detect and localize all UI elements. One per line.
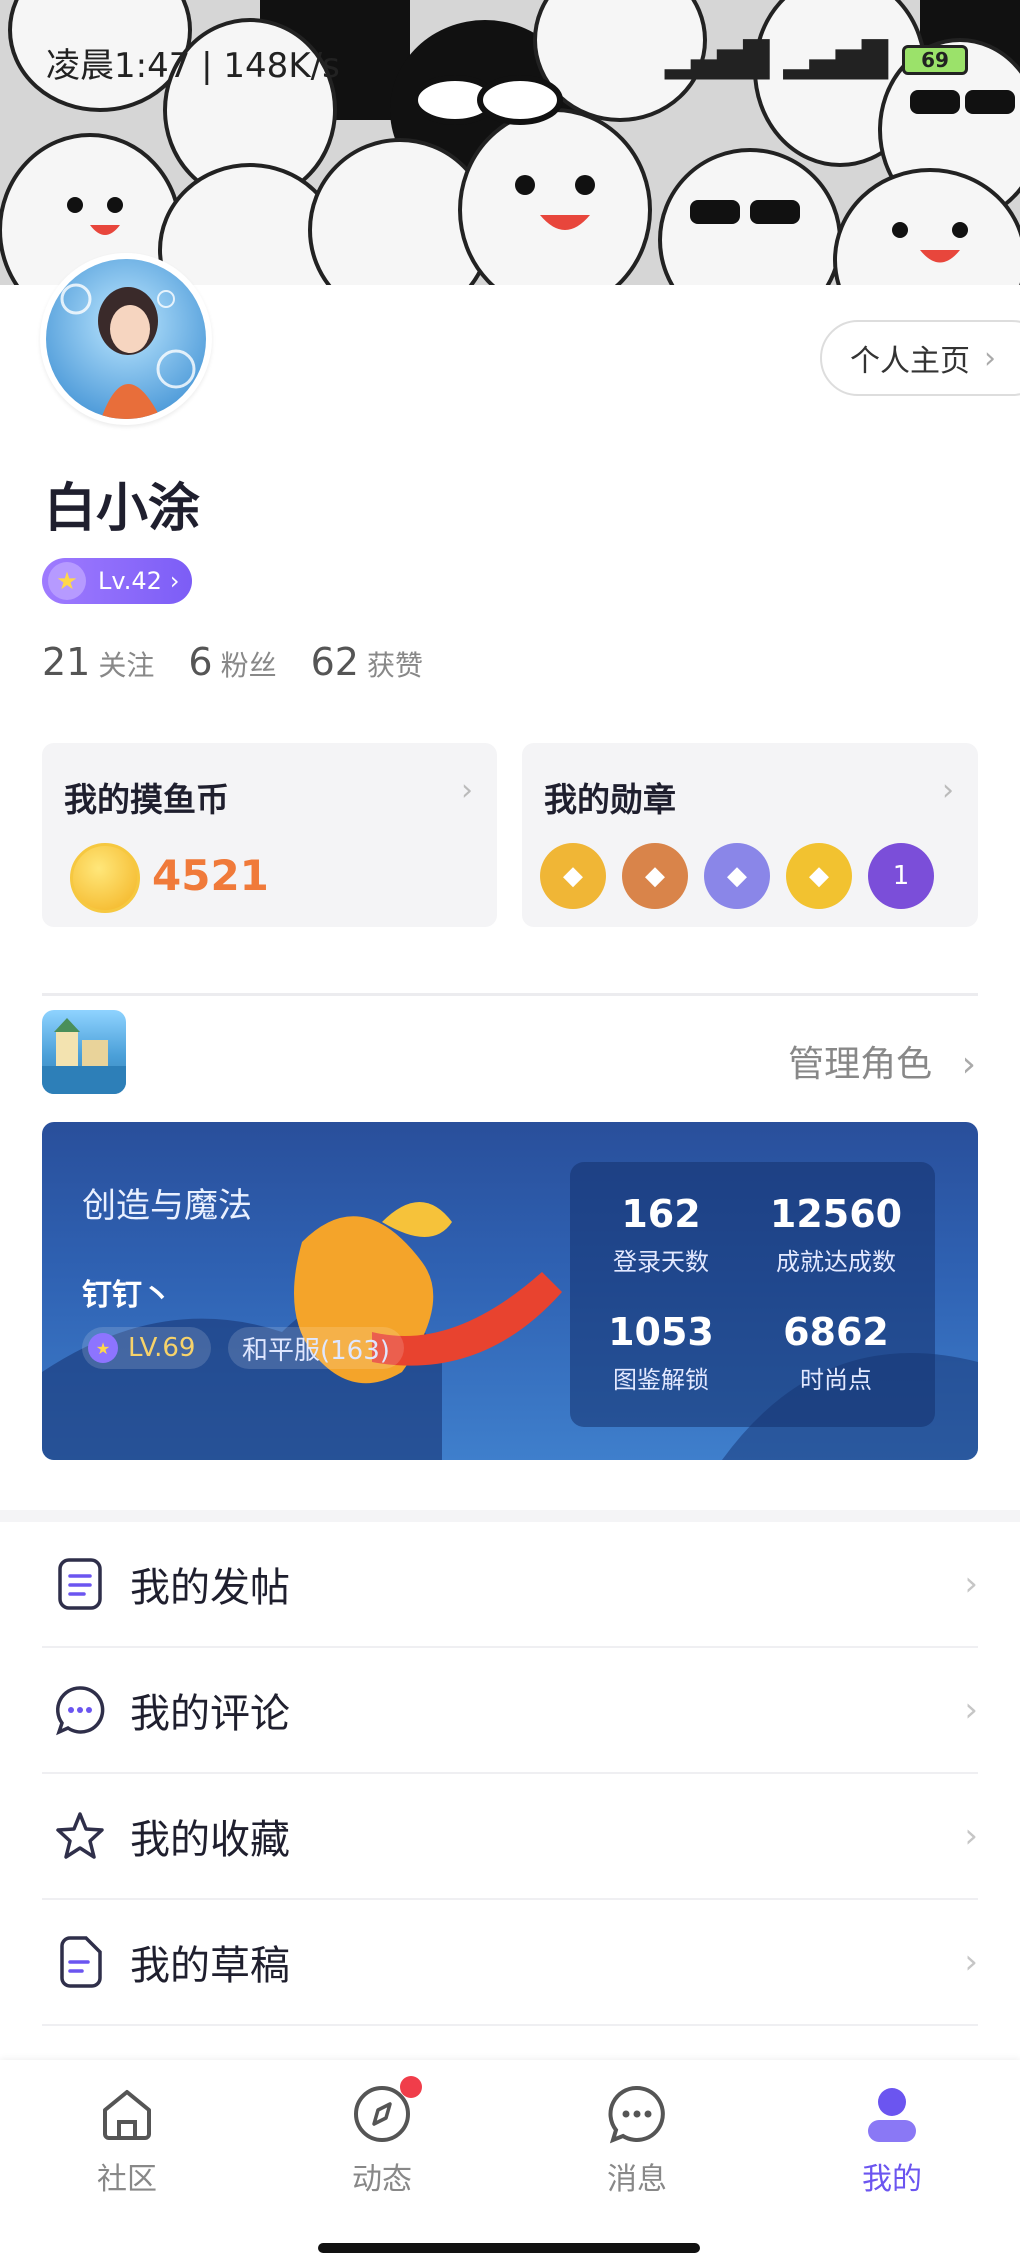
tab-label: 我的: [862, 2162, 922, 2197]
chevron-right-icon: ›: [964, 1564, 978, 1604]
personal-homepage-button[interactable]: 个人主页 ›: [820, 320, 1020, 396]
collection-value: 1053: [608, 1310, 714, 1354]
role-level: LV.69: [128, 1333, 196, 1363]
game-role-card[interactable]: 创造与魔法 钉钉丶 ★ LV.69 和平服(163) 162 登录天数 1256…: [42, 1122, 978, 1460]
menu-item-label: 我的评论: [130, 1691, 290, 1737]
profile-menu-list: 我的发帖 › 我的评论 › 我的收藏 › 我的草稿 ›: [42, 1522, 978, 2026]
tab-community[interactable]: 社区: [57, 2082, 197, 2198]
menu-item-label: 我的草稿: [130, 1943, 290, 1989]
home-icon: [95, 2082, 159, 2146]
menu-item-my-drafts[interactable]: 我的草稿 ›: [42, 1900, 978, 2026]
likes-count: 62: [310, 640, 359, 684]
followers-label[interactable]: 粉丝: [221, 644, 277, 684]
chevron-right-icon: ›: [169, 567, 180, 595]
chevron-right-icon: ›: [961, 1044, 976, 1085]
home-indicator[interactable]: [318, 2243, 700, 2253]
chat-icon: [605, 2082, 669, 2146]
avatar[interactable]: [40, 253, 212, 425]
star-icon: ★: [48, 562, 86, 600]
bottom-nav: 社区 动态 消息 我的: [0, 2060, 1020, 2267]
role-level-badge: ★ LV.69: [82, 1327, 212, 1369]
role-server: 和平服(163): [228, 1327, 404, 1369]
notification-dot: [400, 2076, 422, 2098]
game-title: 创造与魔法: [82, 1186, 252, 1226]
collection-label: 图鉴解锁: [613, 1366, 709, 1394]
draft-icon: [54, 1936, 106, 1988]
tab-label: 社区: [97, 2162, 157, 2197]
star-icon: [54, 1810, 106, 1862]
chevron-right-icon: ›: [461, 773, 473, 808]
section-separator: [0, 1510, 1020, 1522]
tab-me[interactable]: 我的: [822, 2082, 962, 2198]
following-count[interactable]: 21: [42, 640, 90, 684]
fish-medal-icon: ◆: [786, 843, 852, 909]
avatar-illustration: [46, 259, 206, 419]
chevron-right-icon: ›: [984, 340, 996, 376]
achievements-stat: 12560 成就达成数: [745, 1192, 927, 1277]
menu-item-label: 我的发帖: [130, 1565, 290, 1611]
fish-medal-icon: ◆: [622, 843, 688, 909]
tab-messages[interactable]: 消息: [567, 2082, 707, 2198]
coin-balance: 4521: [152, 851, 269, 900]
status-indicators: ▂▄▆█ ▂▄▆█ 69: [665, 40, 968, 80]
followers-count[interactable]: 6: [188, 640, 212, 684]
login-days-value: 162: [621, 1192, 701, 1236]
fashion-value: 6862: [783, 1310, 889, 1354]
login-days-stat: 162 登录天数: [570, 1192, 752, 1277]
role-name: 钉钉丶: [82, 1278, 172, 1313]
menu-item-label: 我的收藏: [130, 1817, 290, 1863]
login-days-label: 登录天数: [613, 1248, 709, 1276]
status-time: 凌晨1:47 | 148K/s: [46, 46, 340, 86]
fish-medal-icon: ◆: [540, 843, 606, 909]
medal-list: ◆ ◆ ◆ ◆ 1: [540, 843, 934, 909]
fish-medal-icon: ◆: [704, 843, 770, 909]
game-app-icon[interactable]: [42, 1010, 126, 1094]
anniversary-medal-icon: 1: [868, 843, 934, 909]
homepage-button-label: 个人主页: [850, 344, 970, 379]
my-medals-card[interactable]: 我的勋章 › ◆ ◆ ◆ ◆ 1: [522, 743, 978, 927]
user-level-label: Lv.42: [98, 567, 162, 595]
menu-item-my-favorites[interactable]: 我的收藏 ›: [42, 1774, 978, 1900]
user-level-badge[interactable]: ★ Lv.42 ›: [42, 558, 192, 604]
chevron-right-icon: ›: [942, 773, 954, 808]
signal-icon-secondary: ▂▄▆█: [783, 40, 888, 80]
profile-icon: [860, 2082, 924, 2146]
level-star-icon: ★: [88, 1333, 118, 1363]
compass-icon: [350, 2076, 422, 2146]
fashion-label: 时尚点: [800, 1366, 872, 1394]
manage-roles-link[interactable]: 管理角色 ›: [788, 1035, 976, 1087]
coins-card-title: 我的摸鱼币: [64, 780, 229, 819]
profile-page: 凌晨1:47 | 148K/s ▂▄▆█ ▂▄▆█ 69 个人主页 › 白小涂 …: [0, 0, 1020, 2267]
profile-banner: 凌晨1:47 | 148K/s ▂▄▆█ ▂▄▆█ 69: [0, 0, 1020, 285]
battery-icon: 69: [902, 45, 968, 75]
tab-label: 消息: [607, 2162, 667, 2197]
likes-label: 获赞: [366, 649, 423, 682]
game-app-illustration: [42, 1018, 126, 1094]
collection-stat: 1053 图鉴解锁: [570, 1310, 752, 1395]
signal-icon: ▂▄▆█: [664, 40, 770, 80]
menu-item-my-comments[interactable]: 我的评论 ›: [42, 1648, 978, 1774]
profile-stats: 21 关注 6 粉丝 62 获赞: [42, 640, 457, 684]
medals-card-title: 我的勋章: [544, 780, 676, 819]
username: 白小涂: [44, 479, 201, 539]
menu-item-my-posts[interactable]: 我的发帖 ›: [42, 1522, 978, 1648]
following-label[interactable]: 关注: [98, 644, 154, 684]
my-coins-card[interactable]: 我的摸鱼币 › 4521: [42, 743, 497, 927]
achievements-value: 12560: [769, 1192, 903, 1236]
achievements-label: 成就达成数: [776, 1248, 896, 1276]
status-bar: 凌晨1:47 | 148K/s ▂▄▆█ ▂▄▆█ 69: [0, 0, 1020, 120]
chevron-right-icon: ›: [964, 1816, 978, 1856]
tab-label: 动态: [352, 2162, 412, 2197]
fashion-stat: 6862 时尚点: [745, 1310, 927, 1395]
chevron-right-icon: ›: [964, 1690, 978, 1730]
role-stats-panel: 162 登录天数 12560 成就达成数 1053 图鉴解锁 6862 时尚点: [570, 1162, 935, 1427]
document-icon: [54, 1558, 106, 1610]
chevron-right-icon: ›: [964, 1942, 978, 1982]
tab-activity[interactable]: 动态: [312, 2076, 452, 2198]
fish-coin-icon: [70, 843, 140, 913]
manage-roles-label: 管理角色: [788, 1044, 933, 1085]
comment-icon: [54, 1684, 106, 1736]
section-divider: [42, 993, 978, 996]
